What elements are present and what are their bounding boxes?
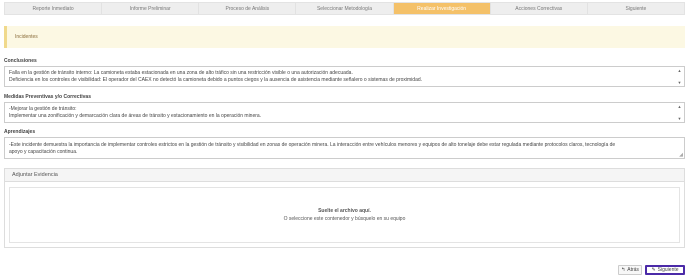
tab-proceso-de-analisis[interactable]: Proceso de Análisis: [199, 3, 297, 14]
aprendizajes-line: -Este incidente demuestra la importancia…: [9, 142, 616, 148]
tab-seleccionar-metodologia[interactable]: Seleccionar Metodología: [296, 3, 394, 14]
medidas-scrollbar[interactable]: ▲ ▼: [676, 104, 683, 121]
file-dropzone[interactable]: Suelte el archivo aquí. O seleccione est…: [9, 187, 680, 243]
aprendizajes-line: apoyo y capacitación continua.: [9, 149, 78, 155]
tab-realizar-investigacion[interactable]: Realizar Investigación: [393, 3, 491, 14]
incident-banner: Incidentes: [4, 26, 685, 48]
medidas-textarea[interactable]: -Mejorar la gestión de tránsito: Impleme…: [4, 102, 685, 123]
back-button[interactable]: ↰ Atrás: [618, 265, 642, 275]
conclusiones-textarea[interactable]: Falla en la gestión de tránsito interno:…: [4, 66, 685, 87]
aprendizajes-label: Aprendizajes: [4, 129, 36, 135]
scroll-down-icon[interactable]: ▼: [678, 116, 682, 121]
resize-grip-icon[interactable]: ◢: [679, 153, 683, 158]
tab-reporte-inmediato[interactable]: Reporte Inmediato: [5, 3, 103, 14]
next-button[interactable]: ✎ Siguiente: [645, 265, 685, 275]
medidas-line: Implementar una zonificación y demarcaci…: [9, 113, 262, 119]
dropzone-subtitle: O seleccione este contenedor y búsquelo …: [283, 216, 406, 222]
tab-siguiente[interactable]: Siguiente: [588, 3, 684, 14]
dropzone-title: Suelte el archivo aquí.: [318, 208, 371, 214]
medidas-label: Medidas Preventivas y/o Correctivas: [4, 94, 91, 100]
tab-acciones-correctivas[interactable]: Acciones Correctivas: [491, 3, 588, 14]
conclusiones-line: Deficiencia en los controles de visibili…: [9, 77, 423, 83]
medidas-line: -Mejorar la gestión de tránsito:: [9, 106, 77, 112]
conclusiones-scrollbar[interactable]: ▲ ▼: [676, 68, 683, 85]
scroll-down-icon[interactable]: ▼: [678, 80, 682, 85]
aprendizajes-textarea[interactable]: -Este incidente demuestra la importancia…: [4, 137, 685, 159]
conclusiones-line: Falla en la gestión de tránsito interno:…: [9, 70, 353, 76]
reply-arrow-icon: ↰: [621, 266, 626, 273]
conclusiones-label: Conclusiones: [4, 58, 37, 64]
banner-text: Incidentes: [15, 34, 38, 40]
next-button-label: Siguiente: [657, 267, 679, 273]
tab-informe-preliminar[interactable]: Informe Preliminar: [102, 3, 200, 14]
evidence-panel-title: Adjuntar Evidencia: [5, 169, 684, 182]
back-button-label: Atrás: [627, 267, 639, 273]
scroll-up-icon[interactable]: ▲: [678, 68, 682, 73]
step-tabs: Reporte Inmediato Informe Preliminar Pro…: [4, 2, 685, 15]
scroll-up-icon[interactable]: ▲: [678, 104, 682, 109]
edit-icon: ✎: [651, 266, 656, 273]
evidence-panel: Adjuntar Evidencia Suelte el archivo aqu…: [4, 168, 685, 248]
